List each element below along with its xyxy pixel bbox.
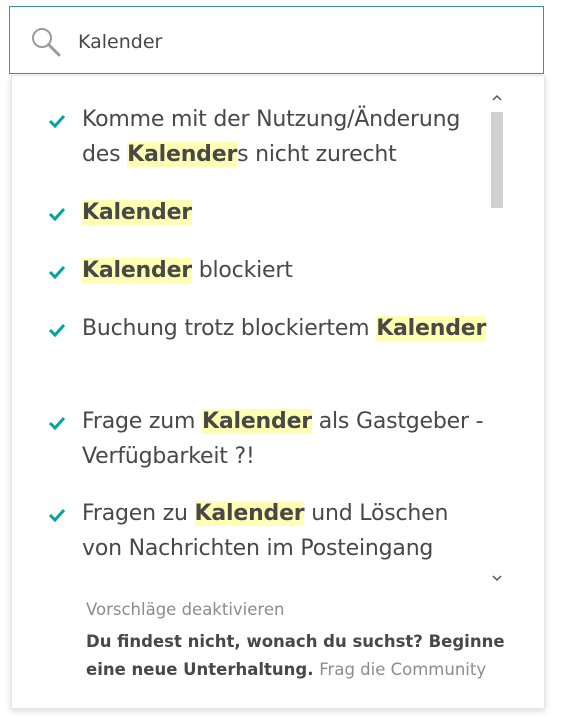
- ask-community-link[interactable]: Frag die Community: [319, 660, 486, 679]
- search-match-highlight: Kalender: [82, 258, 192, 283]
- suggestion-text-before: Fragen zu: [82, 501, 195, 526]
- search-match-highlight: Kalender: [376, 316, 487, 341]
- search-box[interactable]: [9, 6, 544, 74]
- suggestion-text-before: Buchung trotz blockiertem: [82, 316, 377, 341]
- search-match-highlight: Kalender: [82, 200, 192, 225]
- suggestion-text-before: Frage zum: [82, 409, 202, 434]
- check-icon: [48, 416, 66, 430]
- suggestion-text-after: s nicht zurecht: [237, 142, 397, 167]
- dropdown-footer: Vorschläge deaktivieren Du findest nicht…: [86, 598, 526, 684]
- suggestion-text-after: blockiert: [191, 258, 293, 283]
- suggestion-label: Kalender: [82, 195, 487, 230]
- suggestion-label: Buchung trotz blockiertem Kalender: [82, 311, 487, 346]
- scrollbar-thumb[interactable]: [491, 112, 503, 208]
- chevron-up-icon[interactable]: [487, 90, 507, 106]
- suggestion-list: Komme mit der Nutzung/Änderung des Kalen…: [12, 76, 487, 586]
- check-icon: [48, 323, 66, 337]
- scrollbar[interactable]: [487, 90, 507, 586]
- help-message: Du findest nicht, wonach du suchst? Begi…: [86, 628, 526, 684]
- deactivate-suggestions-link[interactable]: Vorschläge deaktivieren: [86, 598, 526, 622]
- suggestion-label: Kalender blockiert: [82, 253, 487, 288]
- check-icon: [48, 207, 66, 221]
- search-match-highlight: Kalender: [194, 501, 305, 526]
- suggestions-dropdown: Komme mit der Nutzung/Änderung des Kalen…: [11, 75, 545, 709]
- suggestion-label: Komme mit der Nutzung/Änderung des Kalen…: [82, 102, 487, 172]
- search-icon: [30, 26, 62, 58]
- search-input[interactable]: [78, 26, 518, 58]
- check-icon: [48, 265, 66, 279]
- search-match-highlight: Kalender: [127, 142, 238, 167]
- chevron-down-icon[interactable]: [487, 570, 507, 586]
- suggestion-label: Frage zum Kalender als Gastgeber - Verfü…: [82, 404, 487, 474]
- suggestion-label: Fragen zu Kalender und Löschen von Nachr…: [82, 496, 487, 566]
- search-match-highlight: Kalender: [202, 409, 312, 434]
- check-icon: [48, 114, 66, 128]
- check-icon: [48, 508, 66, 522]
